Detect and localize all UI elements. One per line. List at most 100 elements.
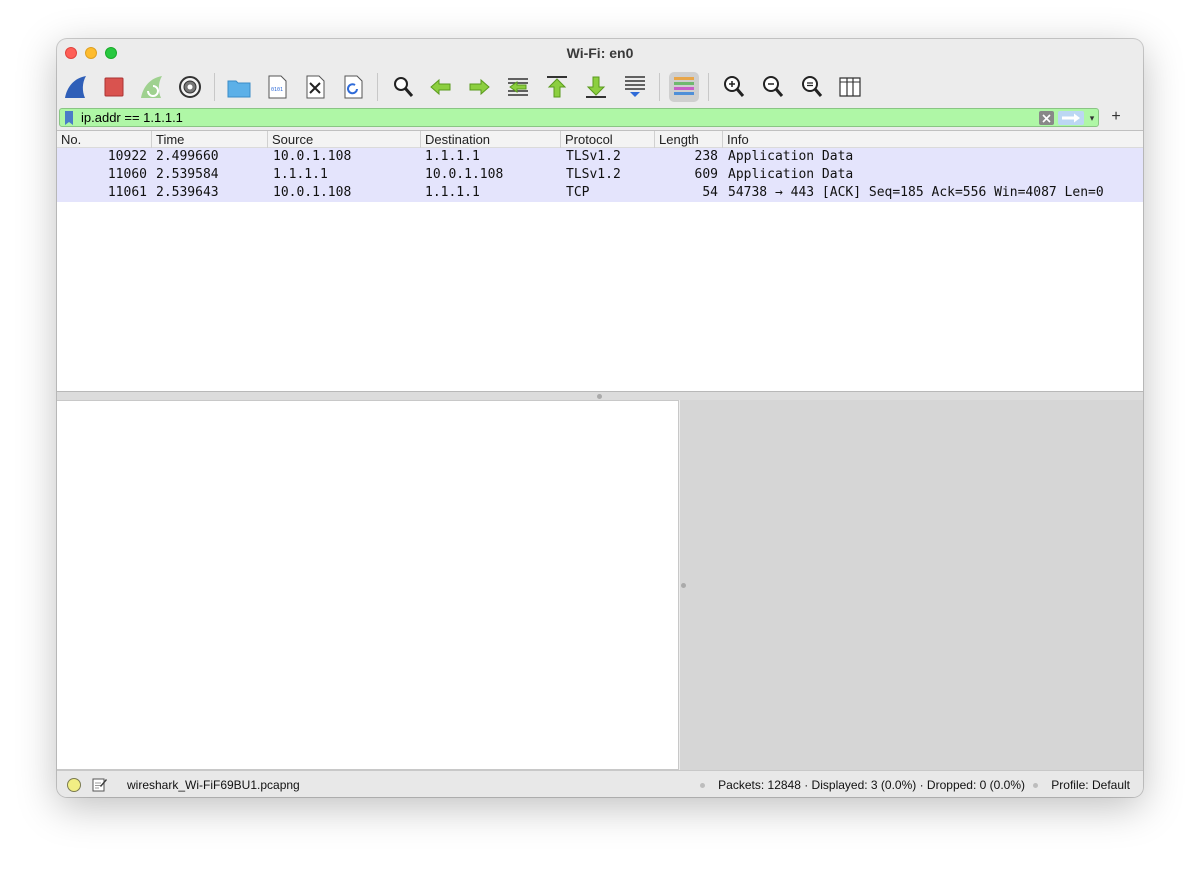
go-last-icon bbox=[586, 76, 606, 98]
close-file-icon bbox=[306, 75, 325, 99]
normal-size-button[interactable] bbox=[797, 72, 827, 102]
display-filter-text[interactable]: ip.addr == 1.1.1.1 bbox=[81, 110, 183, 126]
packet-time: 2.499660 bbox=[156, 149, 219, 164]
go-back-icon bbox=[430, 78, 451, 96]
packet-list-header: No. Time Source Destination Protocol Len… bbox=[57, 131, 1143, 148]
packet-destination: 1.1.1.1 bbox=[425, 185, 480, 200]
clear-icon bbox=[1042, 113, 1051, 123]
splitter-grip-dot bbox=[597, 394, 602, 399]
pane-splitter-horizontal[interactable] bbox=[57, 392, 1143, 400]
capture-options-gear-icon bbox=[179, 76, 201, 98]
packet-statistics: Packets: 12848 · Displayed: 3 (0.0%) · D… bbox=[718, 778, 1025, 792]
go-first-icon bbox=[547, 76, 567, 98]
packet-destination: 10.0.1.108 bbox=[425, 167, 504, 182]
go-first-button[interactable] bbox=[542, 72, 572, 102]
packet-time: 2.539643 bbox=[156, 185, 219, 200]
go-forward-button[interactable] bbox=[464, 72, 494, 102]
arrow-right-icon bbox=[1062, 113, 1080, 123]
packet-info: 54738 → 443 [ACK] Seq=185 Ack=556 Win=40… bbox=[728, 185, 1104, 200]
packet-row[interactable]: 11061 2.539643 10.0.1.108 1.1.1.1 TCP 54… bbox=[57, 184, 1143, 202]
zoom-in-icon bbox=[724, 76, 745, 97]
stop-capture-button[interactable] bbox=[99, 72, 129, 102]
packet-row[interactable]: 10922 2.499660 10.0.1.108 1.1.1.1 TLSv1.… bbox=[57, 148, 1143, 166]
save-file-icon: 0101 bbox=[268, 75, 287, 99]
open-folder-icon bbox=[227, 80, 251, 98]
autoscroll-icon bbox=[625, 76, 645, 97]
status-separator-dot bbox=[700, 783, 705, 788]
save-file-button[interactable]: 0101 bbox=[262, 72, 292, 102]
packet-no: 11061 bbox=[107, 185, 147, 200]
colorize-icon bbox=[674, 77, 694, 95]
packet-info: Application Data bbox=[728, 149, 854, 164]
packet-time: 2.539584 bbox=[156, 167, 219, 182]
column-header-time[interactable]: Time bbox=[151, 131, 267, 148]
close-file-button[interactable] bbox=[300, 72, 330, 102]
column-header-destination[interactable]: Destination bbox=[420, 131, 560, 148]
wireshark-window: Wi-Fi: en0 0101 ip.addr == 1.1.1.1 ▾ + N… bbox=[57, 39, 1143, 797]
resize-columns-button[interactable] bbox=[835, 72, 865, 102]
bookmark-icon[interactable] bbox=[64, 111, 74, 125]
packet-source: 10.0.1.108 bbox=[273, 149, 352, 164]
go-to-packet-icon bbox=[508, 78, 528, 96]
find-packet-icon bbox=[394, 77, 414, 97]
colorize-button[interactable] bbox=[669, 72, 699, 102]
zoom-out-button[interactable] bbox=[758, 72, 788, 102]
packet-protocol: TCP bbox=[566, 185, 590, 200]
shark-fin-start-icon bbox=[65, 76, 86, 98]
expert-info-indicator[interactable] bbox=[67, 778, 81, 792]
packet-length: 238 bbox=[694, 149, 718, 164]
restart-capture-button[interactable] bbox=[137, 72, 167, 102]
packet-no: 10922 bbox=[107, 149, 147, 164]
add-filter-button[interactable]: + bbox=[1109, 107, 1123, 127]
go-back-button[interactable] bbox=[426, 72, 456, 102]
apply-filter-button[interactable] bbox=[1058, 111, 1084, 125]
capture-options-button[interactable] bbox=[175, 72, 205, 102]
clear-filter-button[interactable] bbox=[1039, 111, 1054, 125]
go-forward-icon bbox=[469, 78, 490, 96]
filter-history-dropdown[interactable]: ▾ bbox=[1087, 112, 1097, 124]
title-bar: Wi-Fi: en0 bbox=[57, 39, 1143, 67]
start-capture-button[interactable] bbox=[61, 72, 91, 102]
resize-columns-icon bbox=[839, 77, 861, 97]
column-header-length[interactable]: Length bbox=[654, 131, 722, 148]
go-to-packet-button[interactable] bbox=[503, 72, 533, 102]
zoom-in-button[interactable] bbox=[719, 72, 749, 102]
display-filter-input[interactable]: ip.addr == 1.1.1.1 ▾ bbox=[59, 108, 1099, 127]
find-packet-button[interactable] bbox=[388, 72, 418, 102]
reload-file-button[interactable] bbox=[338, 72, 368, 102]
display-filter-bar: ip.addr == 1.1.1.1 ▾ + bbox=[57, 107, 1143, 129]
capture-file-name: wireshark_Wi-FiF69BU1.pcapng bbox=[127, 778, 300, 792]
packet-no: 11060 bbox=[107, 167, 147, 182]
packet-list: No. Time Source Destination Protocol Len… bbox=[57, 130, 1143, 392]
profile-selector[interactable]: Profile: Default bbox=[1051, 778, 1130, 792]
svg-text:0101: 0101 bbox=[271, 87, 283, 93]
open-file-button[interactable] bbox=[224, 72, 254, 102]
column-header-source[interactable]: Source bbox=[267, 131, 420, 148]
packet-destination: 1.1.1.1 bbox=[425, 149, 480, 164]
packet-length: 609 bbox=[694, 167, 718, 182]
packet-source: 10.0.1.108 bbox=[273, 185, 352, 200]
window-title: Wi-Fi: en0 bbox=[566, 45, 634, 61]
normal-size-icon bbox=[802, 76, 823, 97]
restart-capture-icon bbox=[141, 76, 162, 98]
capture-comment-icon[interactable] bbox=[92, 777, 107, 792]
packet-source: 1.1.1.1 bbox=[273, 167, 328, 182]
go-last-button[interactable] bbox=[581, 72, 611, 102]
packet-row[interactable]: 11060 2.539584 1.1.1.1 10.0.1.108 TLSv1.… bbox=[57, 166, 1143, 184]
packet-details-pane[interactable] bbox=[57, 400, 679, 770]
zoom-out-icon bbox=[763, 76, 784, 97]
column-header-info[interactable]: Info bbox=[722, 131, 1143, 148]
packet-bytes-pane[interactable] bbox=[680, 400, 1143, 770]
splitter-grip-dot[interactable] bbox=[681, 583, 686, 588]
packet-length: 54 bbox=[702, 185, 718, 200]
column-header-no[interactable]: No. bbox=[57, 131, 149, 148]
autoscroll-button[interactable] bbox=[620, 72, 650, 102]
packet-protocol: TLSv1.2 bbox=[566, 167, 621, 182]
status-bar: wireshark_Wi-FiF69BU1.pcapng Packets: 12… bbox=[57, 770, 1143, 797]
main-toolbar: 0101 bbox=[57, 67, 1143, 107]
column-header-protocol[interactable]: Protocol bbox=[560, 131, 654, 148]
status-separator-dot bbox=[1033, 783, 1038, 788]
stop-capture-icon bbox=[104, 77, 124, 97]
packet-protocol: TLSv1.2 bbox=[566, 149, 621, 164]
packet-info: Application Data bbox=[728, 167, 854, 182]
